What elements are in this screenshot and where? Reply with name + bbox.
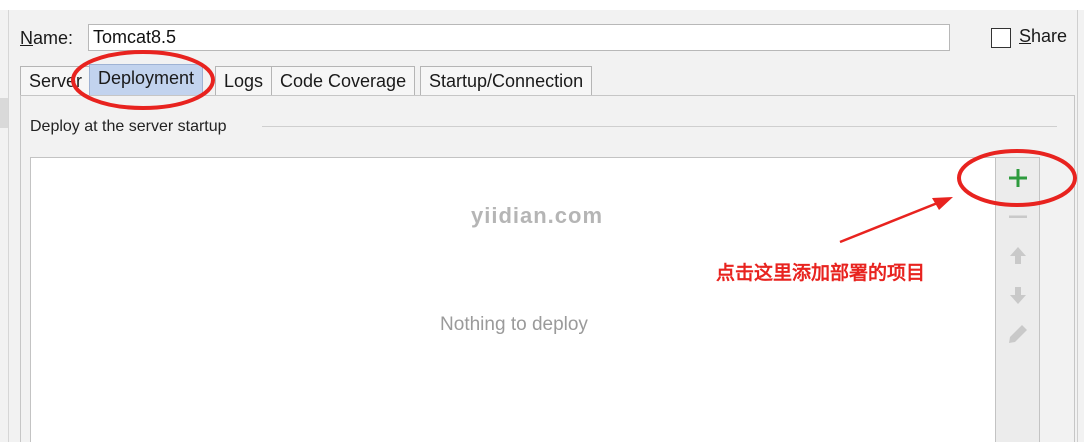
move-down-button[interactable]: [1004, 281, 1032, 309]
scrollbar[interactable]: [1077, 10, 1084, 442]
add-button[interactable]: [1004, 164, 1032, 192]
watermark: yiidian.com: [471, 203, 604, 228]
name-field[interactable]: [88, 24, 950, 51]
share-checkbox[interactable]: [991, 28, 1011, 48]
share-label[interactable]: Share: [1019, 26, 1067, 47]
deploy-group-title: Deploy at the server startup: [30, 118, 233, 136]
annotation-label: 点击这里添加部署的项目: [716, 262, 926, 284]
arrow-down-icon: [1010, 287, 1026, 304]
tab-code-coverage[interactable]: Code Coverage: [271, 66, 416, 95]
remove-button[interactable]: [1004, 203, 1032, 231]
arrow-up-icon: [1010, 247, 1026, 264]
pencil-icon: [1009, 325, 1027, 343]
minus-icon: [1009, 215, 1027, 218]
tab-deployment[interactable]: Deployment: [89, 64, 204, 95]
sidebar-selection-marker: [0, 98, 8, 128]
move-up-button[interactable]: [1004, 242, 1032, 270]
edit-button[interactable]: [1004, 320, 1032, 348]
tab-logs[interactable]: Logs: [215, 66, 273, 95]
plus-icon: [1009, 169, 1027, 187]
group-separator: [262, 126, 1057, 127]
name-label: Name:: [20, 28, 74, 48]
empty-list-message: Nothing to deploy: [440, 314, 588, 335]
window-top-strip: [0, 0, 1084, 10]
left-sidebar-edge: [0, 10, 9, 442]
tab-server[interactable]: Server: [20, 66, 92, 95]
deployment-list[interactable]: yiidian.com Nothing to deploy: [30, 157, 996, 442]
tab-startup-connection[interactable]: Startup/Connection: [420, 66, 593, 95]
